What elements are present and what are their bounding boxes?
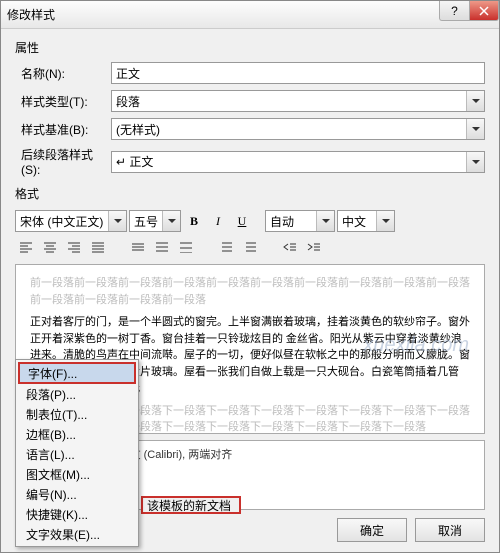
align-center-button[interactable] xyxy=(39,236,61,258)
following-combo[interactable]: ↵ 正文 xyxy=(111,151,485,173)
name-label: 名称(N): xyxy=(15,65,111,82)
popup-item[interactable]: 字体(F)... xyxy=(18,362,136,384)
space-before-dec-button[interactable] xyxy=(239,236,261,258)
name-input[interactable]: 正文 xyxy=(111,62,485,84)
chevron-down-icon xyxy=(466,119,484,139)
titlebar: 修改样式 ? xyxy=(1,1,499,29)
style-based-combo[interactable]: (无样式) xyxy=(111,118,485,140)
chevron-down-icon xyxy=(466,152,484,172)
indent-icon xyxy=(307,241,321,253)
window-controls: ? xyxy=(439,1,499,21)
spacing-15-button[interactable] xyxy=(151,236,173,258)
name-row: 名称(N): 正文 xyxy=(15,62,485,84)
chevron-down-icon xyxy=(316,211,334,231)
style-based-label: 样式基准(B): xyxy=(15,121,111,138)
spacing-1-button[interactable] xyxy=(127,236,149,258)
paragraph-toolbar xyxy=(15,236,485,258)
align-right-button[interactable] xyxy=(63,236,85,258)
line-spacing-icon xyxy=(131,241,145,253)
italic-button[interactable]: I xyxy=(207,210,229,232)
style-type-row: 样式类型(T): 段落 xyxy=(15,90,485,112)
cancel-button[interactable]: 取消 xyxy=(415,518,485,542)
indent-inc-button[interactable] xyxy=(303,236,325,258)
popup-item[interactable]: 段落(P)... xyxy=(18,384,136,404)
style-type-combo[interactable]: 段落 xyxy=(111,90,485,112)
line-spacing-icon xyxy=(179,241,193,253)
window-title: 修改样式 xyxy=(7,6,55,23)
following-row: 后续段落样式(S): ↵ 正文 xyxy=(15,146,485,177)
popup-item[interactable]: 制表位(T)... xyxy=(18,404,136,424)
popup-item[interactable]: 边框(B)... xyxy=(18,424,136,444)
font-toolbar: 宋体 (中文正文) 五号 B I U 自动 中文 xyxy=(15,210,485,232)
line-spacing-icon xyxy=(155,241,169,253)
style-type-label: 样式类型(T): xyxy=(15,93,111,110)
properties-section-label: 属性 xyxy=(15,39,485,56)
lang-combo[interactable]: 中文 xyxy=(337,210,395,232)
spacing-2-button[interactable] xyxy=(175,236,197,258)
new-doc-highlight: 该模板的新文档 xyxy=(141,496,241,514)
align-right-icon xyxy=(67,241,81,253)
align-left-button[interactable] xyxy=(15,236,37,258)
help-button[interactable]: ? xyxy=(439,1,469,21)
font-color-combo[interactable]: 自动 xyxy=(265,210,335,232)
popup-item[interactable]: 快捷键(K)... xyxy=(18,504,136,524)
underline-button[interactable]: U xyxy=(231,210,253,232)
popup-item[interactable]: 编号(N)... xyxy=(18,484,136,504)
style-based-row: 样式基准(B): (无样式) xyxy=(15,118,485,140)
indent-dec-button[interactable] xyxy=(279,236,301,258)
preview-gray-before: 前一段落前一段落前一段落前一段落前一段落前一段落前一段落前一段落前一段落前一段落… xyxy=(30,275,470,308)
font-size-combo[interactable]: 五号 xyxy=(129,210,181,232)
align-center-icon xyxy=(43,241,57,253)
para-space-icon xyxy=(219,241,233,253)
chevron-down-icon xyxy=(108,211,126,231)
chevron-down-icon xyxy=(376,211,394,231)
align-justify-button[interactable] xyxy=(87,236,109,258)
close-button[interactable] xyxy=(469,1,499,21)
modify-style-dialog: 修改样式 ? 属性 名称(N): 正文 样式类型(T): 段落 样式基准(B):… xyxy=(0,0,500,553)
space-before-inc-button[interactable] xyxy=(215,236,237,258)
dialog-body: 属性 名称(N): 正文 样式类型(T): 段落 样式基准(B): (无样式) … xyxy=(1,29,499,552)
format-section-label: 格式 xyxy=(15,185,485,202)
align-left-icon xyxy=(19,241,33,253)
popup-item[interactable]: 图文框(M)... xyxy=(18,464,136,484)
align-justify-icon xyxy=(91,241,105,253)
popup-item[interactable]: 语言(L)... xyxy=(18,444,136,464)
ok-button[interactable]: 确定 xyxy=(337,518,407,542)
chevron-down-icon xyxy=(162,211,180,231)
para-space-icon xyxy=(243,241,257,253)
outdent-icon xyxy=(283,241,297,253)
bold-button[interactable]: B xyxy=(183,210,205,232)
format-popup-menu: 字体(F)...段落(P)...制表位(T)...边框(B)...语言(L)..… xyxy=(15,359,139,547)
chevron-down-icon xyxy=(466,91,484,111)
following-label: 后续段落样式(S): xyxy=(15,146,111,177)
popup-item[interactable]: 文字效果(E)... xyxy=(18,524,136,544)
font-family-combo[interactable]: 宋体 (中文正文) xyxy=(15,210,127,232)
close-icon xyxy=(479,6,489,16)
